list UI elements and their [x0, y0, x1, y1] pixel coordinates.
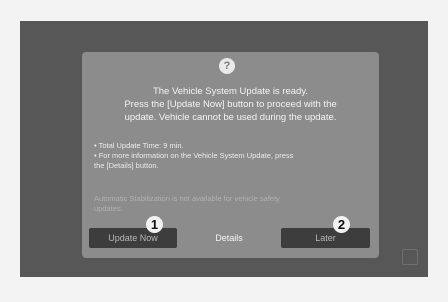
- dialog-bullets: • Total Update Time: 9 min. • For more i…: [94, 141, 370, 171]
- background-icon: [402, 249, 418, 265]
- dialog-message-line: update. Vehicle cannot be used during th…: [124, 112, 337, 123]
- bullet-item: • For more information on the Vehicle Sy…: [94, 151, 294, 160]
- later-button[interactable]: Later: [281, 228, 370, 248]
- update-now-button[interactable]: Update Now: [89, 228, 177, 248]
- dialog-message-line: Press the [Update Now] button to proceed…: [124, 99, 337, 110]
- dialog-message: The Vehicle System Update is ready. Pres…: [90, 85, 371, 124]
- bullet-item: the [Details] button.: [94, 161, 159, 170]
- callout-marker-2: 2: [333, 216, 350, 233]
- callout-marker-1: 1: [146, 216, 163, 233]
- dialog-note: Automatic Stabilization is not available…: [94, 194, 364, 214]
- dialog-note-line: updates.: [94, 204, 123, 213]
- infotainment-screen: ? The Vehicle System Update is ready. Pr…: [20, 21, 428, 277]
- bullet-item: • Total Update Time: 9 min.: [94, 141, 184, 150]
- update-dialog: ? The Vehicle System Update is ready. Pr…: [82, 52, 379, 258]
- dialog-message-line: The Vehicle System Update is ready.: [152, 86, 309, 97]
- question-icon: ?: [219, 58, 235, 74]
- dialog-note-line: Automatic Stabilization is not available…: [94, 194, 280, 203]
- details-button[interactable]: Details: [186, 228, 272, 248]
